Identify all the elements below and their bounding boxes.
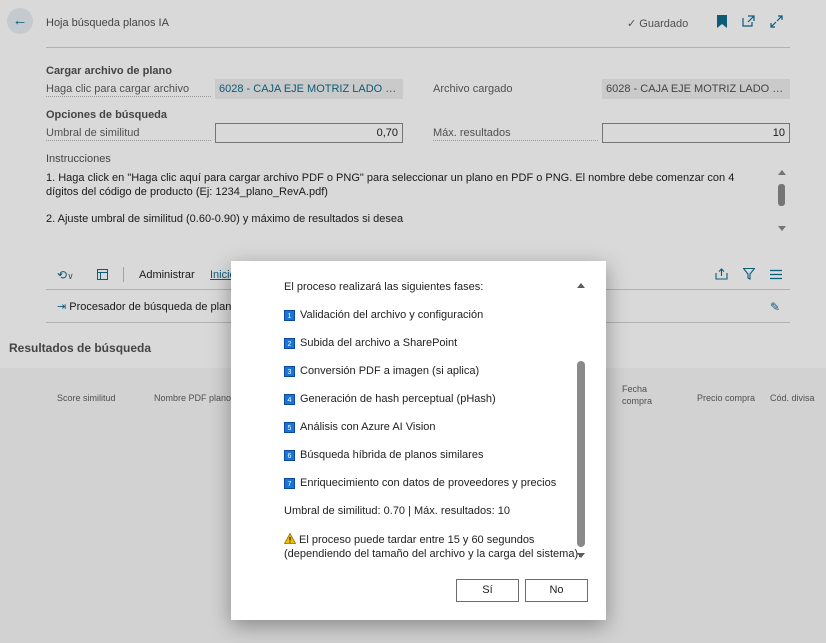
no-button[interactable]: No: [525, 579, 588, 602]
phase-item: 4 Generación de hash perceptual (pHash): [284, 393, 496, 405]
dialog-warning: El proceso puede tardar entre 15 y 60 se…: [283, 532, 582, 560]
warning-icon: [283, 532, 297, 544]
phase-item: 3 Conversión PDF a imagen (si aplica): [284, 365, 479, 377]
dialog-scrollbar[interactable]: [575, 283, 587, 559]
phase-item: 1 Validación del archivo y configuración: [284, 309, 483, 321]
scroll-thumb[interactable]: [577, 361, 585, 547]
number-1-icon: 1: [284, 309, 295, 321]
number-5-icon: 5: [284, 421, 295, 433]
scroll-down-icon: [577, 553, 585, 558]
phase-item: 6 Búsqueda híbrida de planos similares: [284, 449, 483, 461]
number-6-icon: 6: [284, 449, 295, 461]
phase-item: 5 Análisis con Azure AI Vision: [284, 421, 436, 433]
number-3-icon: 3: [284, 365, 295, 377]
dialog-intro: El proceso realizará las siguientes fase…: [284, 281, 484, 293]
dialog-summary: Umbral de similitud: 0.70 | Máx. resulta…: [284, 505, 511, 517]
number-4-icon: 4: [284, 393, 295, 405]
yes-button[interactable]: Sí: [456, 579, 519, 602]
phase-item: 2 Subida del archivo a SharePoint: [284, 337, 457, 349]
phase-item: 7 Enriquecimiento con datos de proveedor…: [284, 477, 556, 489]
scroll-up-icon: [577, 283, 585, 288]
number-7-icon: 7: [284, 477, 295, 489]
confirm-dialog: El proceso realizará las siguientes fase…: [231, 261, 606, 620]
number-2-icon: 2: [284, 337, 295, 349]
